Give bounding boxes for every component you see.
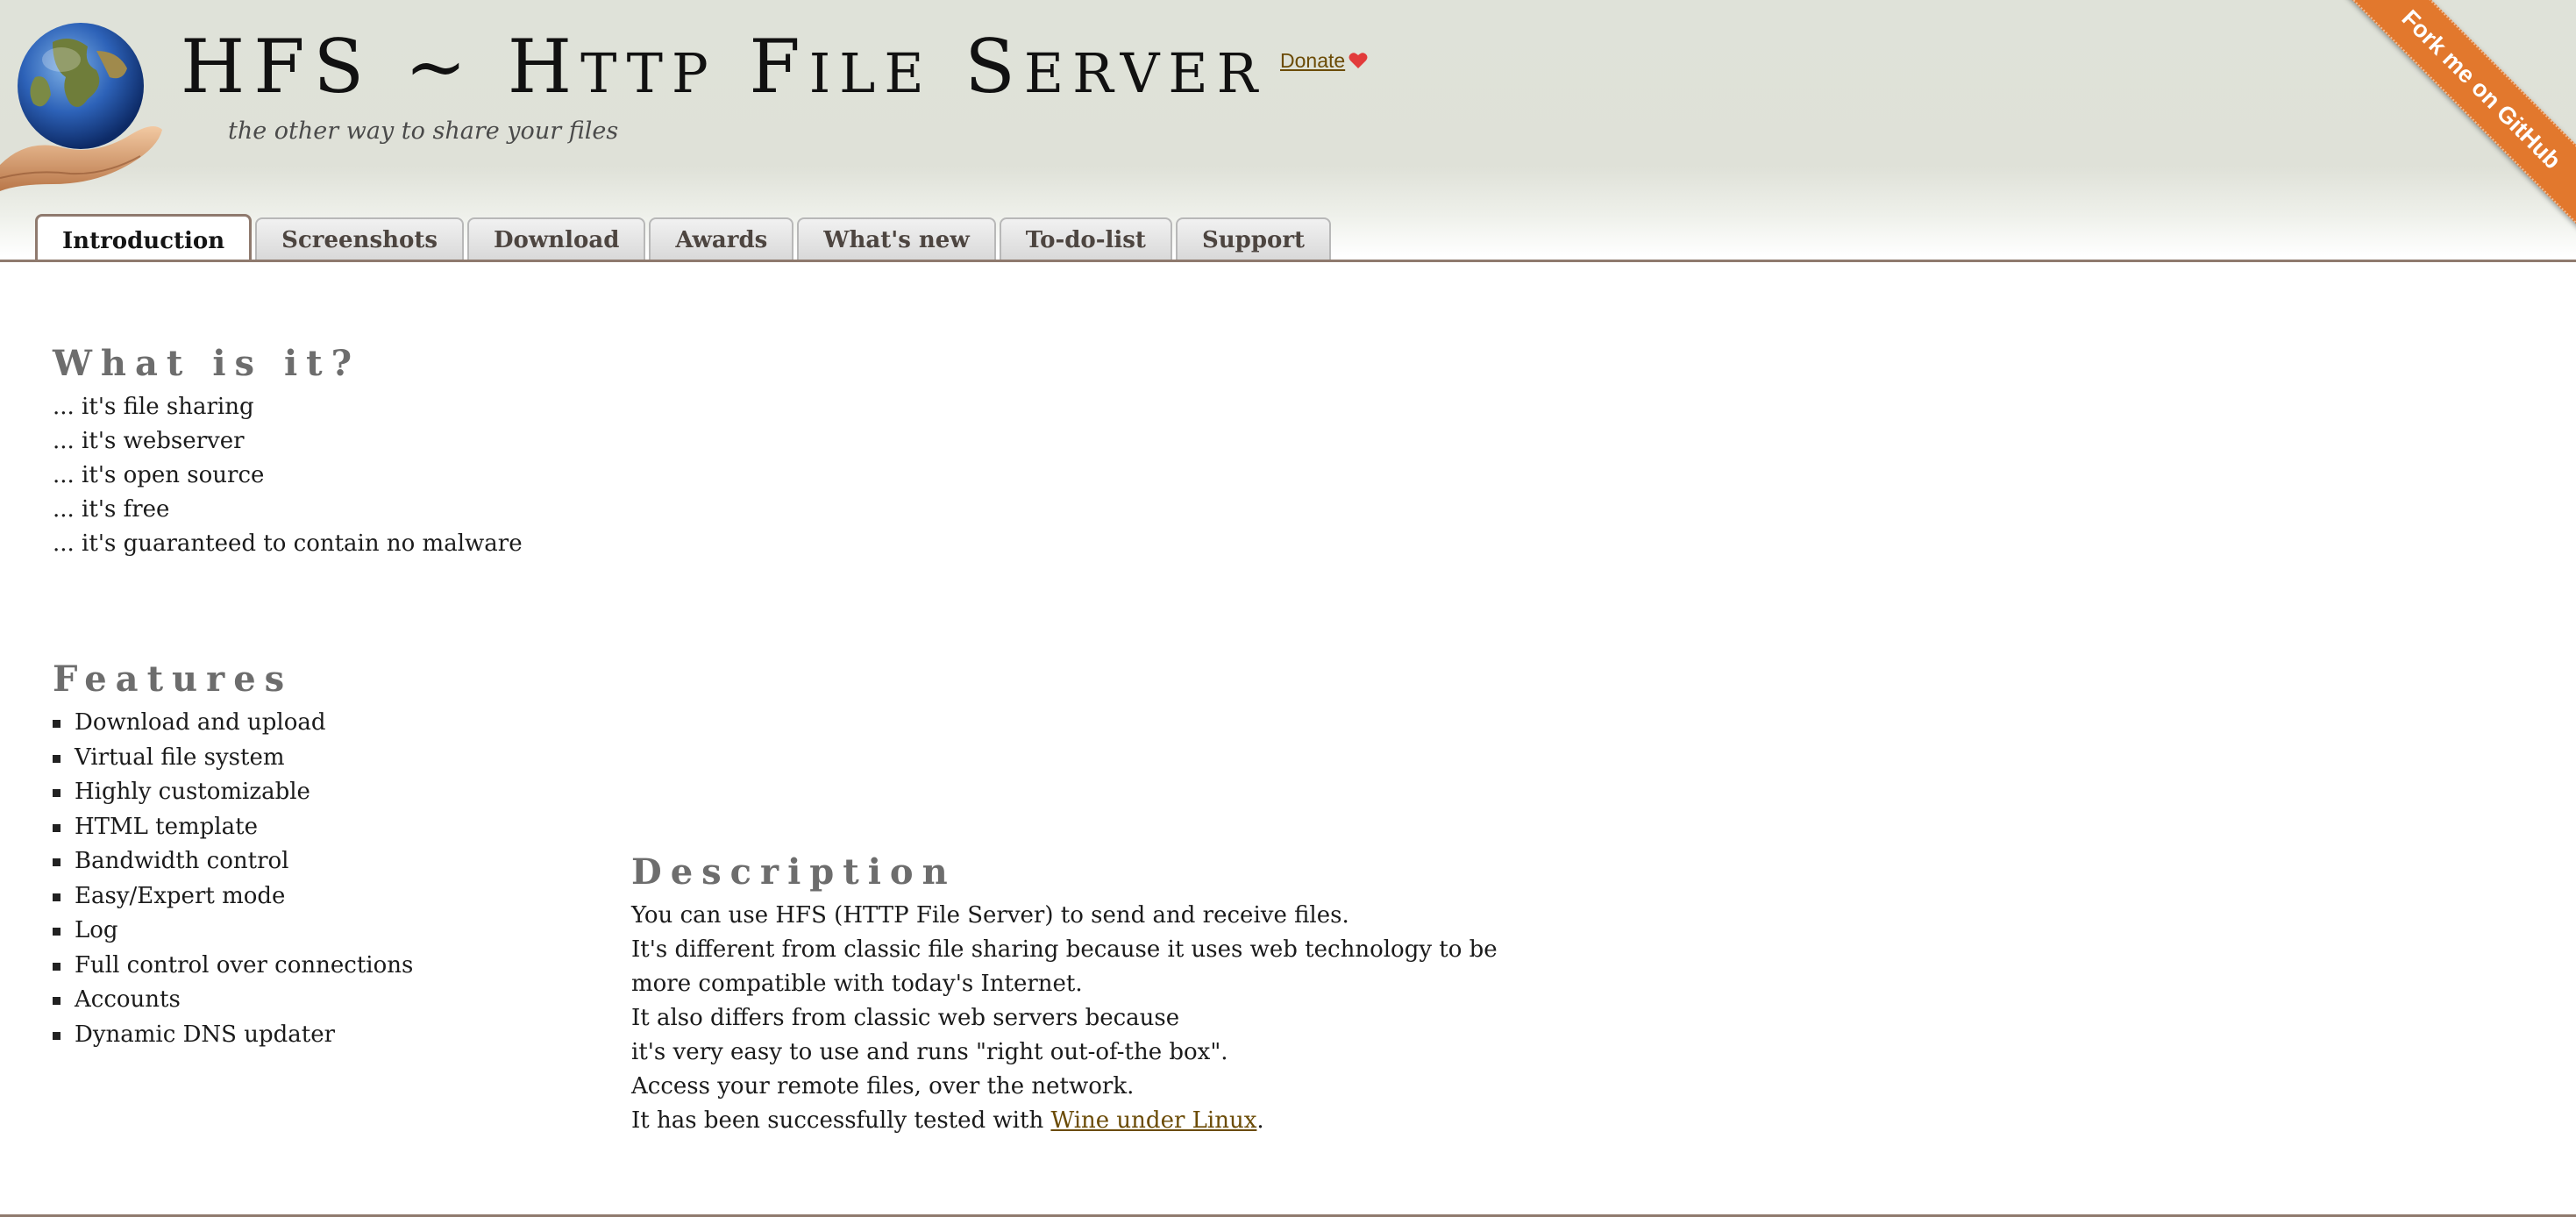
description-line: You can use HFS (HTTP File Server) to se… bbox=[631, 902, 1349, 929]
feature-item: Dynamic DNS updater bbox=[53, 1018, 413, 1053]
tab-support[interactable]: Support bbox=[1175, 217, 1332, 260]
tab-whats-new[interactable]: What's new bbox=[797, 217, 996, 260]
list-item: ... it's webserver bbox=[53, 428, 245, 454]
feature-item: Virtual file system bbox=[53, 741, 413, 776]
list-item: ... it's open source bbox=[53, 462, 265, 488]
feature-item: Highly customizable bbox=[53, 775, 413, 810]
feature-item: HTML template bbox=[53, 810, 413, 845]
list-item: ... it's file sharing bbox=[53, 394, 254, 420]
list-item: ... it's guaranteed to contain no malwar… bbox=[53, 530, 523, 557]
list-item: ... it's free bbox=[53, 496, 170, 523]
heart-icon bbox=[1348, 53, 1368, 68]
description-line: Access your remote files, over the netwo… bbox=[631, 1073, 1135, 1100]
tab-screenshots[interactable]: Screenshots bbox=[255, 217, 464, 260]
description-line: It's different from classic file sharing… bbox=[631, 936, 1498, 963]
site-title: HFS ~ HTTP FILE SERVER bbox=[181, 24, 1267, 110]
feature-item: Full control over connections bbox=[53, 949, 413, 984]
description-line-last: It has been successfully tested with Win… bbox=[631, 1107, 1264, 1134]
description-text: You can use HFS (HTTP File Server) to se… bbox=[631, 899, 1498, 1138]
feature-item: Easy/Expert mode bbox=[53, 879, 413, 915]
features-list: Download and upload Virtual file system … bbox=[53, 706, 413, 1052]
feature-item: Bandwidth control bbox=[53, 844, 413, 879]
tab-introduction[interactable]: Introduction bbox=[35, 214, 253, 260]
site-header: HFS ~ HTTP FILE SERVER the other way to … bbox=[0, 0, 2576, 262]
donate-link[interactable]: Donate bbox=[1280, 49, 1368, 73]
description-line: more compatible with today's Internet. bbox=[631, 971, 1083, 997]
feature-item: Log bbox=[53, 914, 413, 949]
globe-hand-logo[interactable] bbox=[0, 16, 167, 191]
feature-item: Download and upload bbox=[53, 706, 413, 741]
tab-to-do-list[interactable]: To-do-list bbox=[999, 217, 1172, 260]
wine-under-linux-link[interactable]: Wine under Linux bbox=[1050, 1107, 1256, 1134]
main-tabs: Introduction Screenshots Download Awards… bbox=[35, 214, 1334, 260]
what-is-it-list: ... it's file sharing ... it's webserver… bbox=[53, 390, 523, 561]
description-heading: Description bbox=[631, 851, 957, 893]
fork-on-github-ribbon[interactable]: Fork me on GitHub bbox=[2330, 0, 2576, 240]
donate-label: Donate bbox=[1280, 49, 1346, 72]
what-is-it-heading: What is it? bbox=[53, 343, 361, 384]
description-line: It also differs from classic web servers… bbox=[631, 1005, 1180, 1031]
feature-item: Accounts bbox=[53, 983, 413, 1018]
features-heading: Features bbox=[53, 658, 294, 700]
description-line: it's very easy to use and runs "right ou… bbox=[631, 1039, 1228, 1065]
tab-awards[interactable]: Awards bbox=[649, 217, 794, 260]
tab-download[interactable]: Download bbox=[467, 217, 646, 260]
site-tagline: the other way to share your files bbox=[228, 117, 619, 145]
